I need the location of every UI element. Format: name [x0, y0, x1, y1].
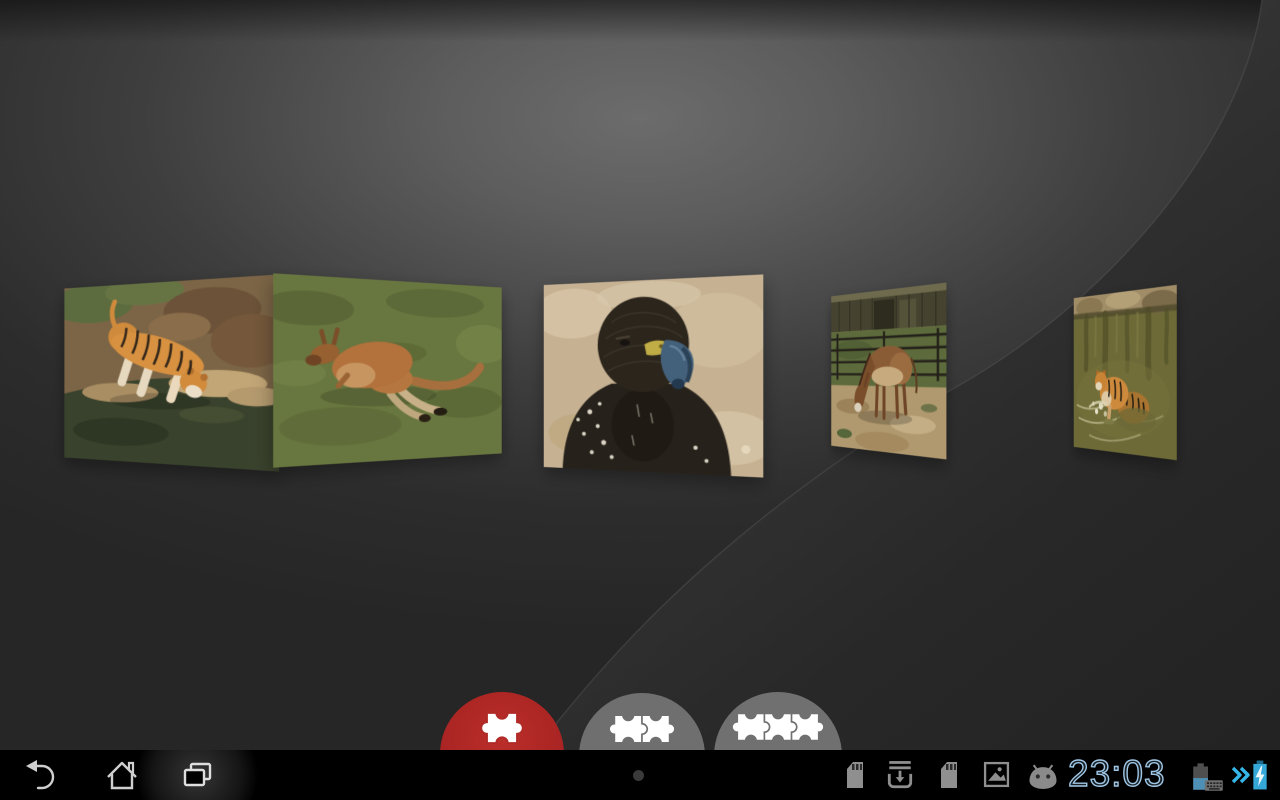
system-bar: 23:03	[0, 750, 1280, 800]
battery-charging-icon[interactable]	[1250, 759, 1270, 791]
back-button[interactable]	[22, 757, 58, 793]
download-icon[interactable]	[887, 760, 913, 790]
puzzle-two-pieces-icon	[607, 707, 677, 751]
recent-apps-button[interactable]	[179, 757, 215, 793]
home-button[interactable]	[104, 757, 140, 793]
puzzle-one-piece-icon	[479, 705, 525, 751]
puzzle-gallery-screen: 23:03	[0, 0, 1280, 800]
gallery-icon[interactable]	[983, 761, 1010, 788]
status-clock[interactable]: 23:03	[1068, 753, 1166, 795]
battery-with-keyboard-icon[interactable]	[1189, 760, 1227, 792]
center-menu-dot	[633, 770, 644, 781]
difficulty-selector	[0, 0, 1280, 800]
android-debug-icon[interactable]	[1027, 763, 1059, 790]
sd-card-2-icon[interactable]	[936, 760, 962, 790]
puzzle-three-pieces-icon	[730, 705, 826, 749]
sd-card-icon[interactable]	[842, 760, 868, 790]
